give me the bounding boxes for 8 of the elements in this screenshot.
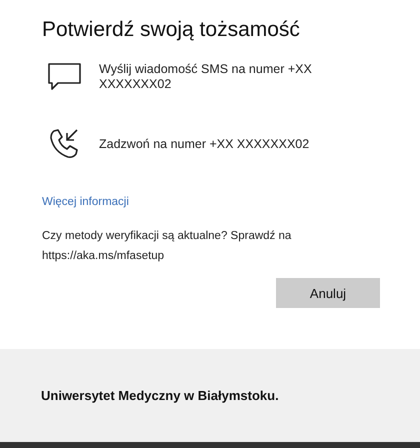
- verification-option[interactable]: Zadzwoń na numer +XX XXXXXXX02: [42, 128, 380, 160]
- message-icon: [48, 63, 82, 91]
- cancel-button[interactable]: Anuluj: [276, 278, 380, 308]
- verification-note: Czy metody weryfikacji są aktualne? Sprawdź na https://aka.ms/mfasetup: [42, 229, 292, 264]
- verification-option[interactable]: Wyślij wiadomość SMS na numer +XX XXXXXXX02: [42, 62, 380, 92]
- organization-name: Uniwersytet Medyczny w Białymstoku.: [41, 388, 279, 403]
- dialog-title: Potwierdź swoją tożsamość: [42, 18, 301, 42]
- more-info-link[interactable]: Więcej informacji: [42, 196, 129, 208]
